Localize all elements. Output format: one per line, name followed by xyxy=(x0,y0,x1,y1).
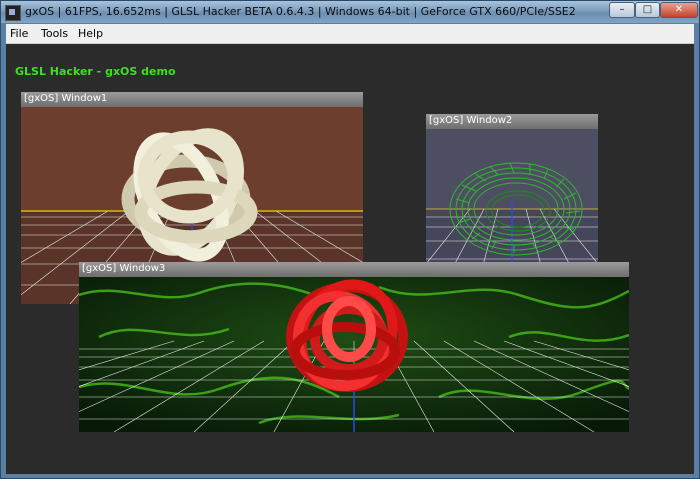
gx-window-1-title: [gxOS] Window1 xyxy=(24,93,108,104)
menu-tools[interactable]: Tools xyxy=(41,27,68,40)
gx-window-3-viewport[interactable] xyxy=(79,277,629,432)
menu-help[interactable]: Help xyxy=(78,27,103,40)
gx-window-2-titlebar[interactable]: [gxOS] Window2 xyxy=(426,114,598,130)
gx-window-2-title: [gxOS] Window2 xyxy=(429,115,513,126)
close-button[interactable]: ✕ xyxy=(660,2,698,18)
gx-window-1-titlebar[interactable]: [gxOS] Window1 xyxy=(21,92,363,108)
minimize-icon: – xyxy=(619,4,625,15)
render-area: GLSL Hacker - gxOS demo [gxOS] Window1 [… xyxy=(6,44,694,474)
app-icon xyxy=(5,5,21,21)
title-bar[interactable]: gxOS | 61FPS, 16.652ms | GLSL Hacker BET… xyxy=(1,1,699,23)
menu-bar: File Tools Help xyxy=(6,24,694,44)
close-icon: ✕ xyxy=(674,4,684,15)
gx-window-3-title: [gxOS] Window3 xyxy=(82,263,166,274)
app-window: gxOS | 61FPS, 16.652ms | GLSL Hacker BET… xyxy=(0,0,700,479)
gx-window-3[interactable]: [gxOS] Window3 xyxy=(79,262,629,432)
menu-file[interactable]: File xyxy=(10,27,28,40)
minimize-button[interactable]: – xyxy=(609,2,635,18)
demo-title: GLSL Hacker - gxOS demo xyxy=(15,65,176,78)
window-title: gxOS | 61FPS, 16.652ms | GLSL Hacker BET… xyxy=(25,5,576,18)
gx-window-3-titlebar[interactable]: [gxOS] Window3 xyxy=(79,262,629,278)
maximize-icon: □ xyxy=(642,4,653,15)
maximize-button[interactable]: □ xyxy=(635,2,660,18)
